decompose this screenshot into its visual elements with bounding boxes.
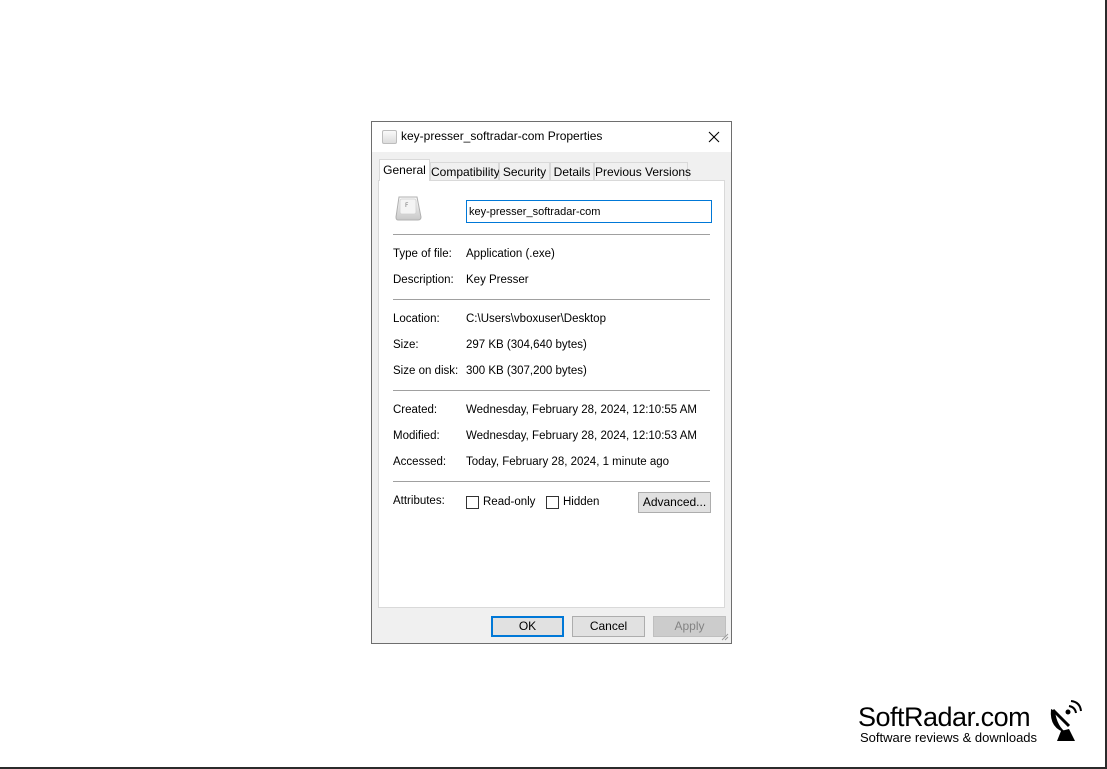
attributes-label: Attributes: bbox=[393, 495, 445, 507]
location-value: C:\Users\vboxuser\Desktop bbox=[466, 313, 606, 325]
apply-button[interactable]: Apply bbox=[653, 616, 726, 637]
properties-dialog: key-presser_softradar-com Properties Gen… bbox=[371, 121, 732, 644]
size-label: Size: bbox=[393, 339, 419, 351]
resize-grip-icon[interactable] bbox=[721, 633, 729, 641]
satellite-dish-icon bbox=[1050, 700, 1082, 741]
type-value: Application (.exe) bbox=[466, 248, 555, 260]
created-value: Wednesday, February 28, 2024, 12:10:55 A… bbox=[466, 404, 697, 416]
screen: key-presser_softradar-com Properties Gen… bbox=[0, 0, 1107, 769]
modified-label: Modified: bbox=[393, 430, 440, 442]
close-button[interactable] bbox=[697, 122, 731, 152]
tab-details[interactable]: Details bbox=[550, 162, 594, 181]
size-on-disk-label: Size on disk: bbox=[393, 365, 459, 377]
description-label: Description: bbox=[393, 274, 454, 286]
location-label: Location: bbox=[393, 313, 440, 325]
tab-compatibility[interactable]: Compatibility bbox=[430, 162, 500, 181]
separator bbox=[393, 299, 710, 300]
title-bar[interactable]: key-presser_softradar-com Properties bbox=[372, 122, 731, 152]
file-icon bbox=[382, 130, 397, 144]
file-name-input[interactable] bbox=[466, 200, 712, 223]
general-panel: F Type of file: Application (.exe) Descr… bbox=[378, 180, 725, 608]
readonly-label[interactable]: Read-only bbox=[483, 496, 535, 508]
close-icon bbox=[708, 131, 720, 143]
tab-security[interactable]: Security bbox=[499, 162, 550, 181]
size-on-disk-value: 300 KB (307,200 bytes) bbox=[466, 365, 587, 377]
readonly-checkbox[interactable] bbox=[466, 496, 479, 509]
description-value: Key Presser bbox=[466, 274, 529, 286]
hidden-label[interactable]: Hidden bbox=[563, 496, 599, 508]
type-label: Type of file: bbox=[393, 248, 452, 260]
modified-value: Wednesday, February 28, 2024, 12:10:53 A… bbox=[466, 430, 697, 442]
tab-previous-versions[interactable]: Previous Versions bbox=[594, 162, 691, 181]
accessed-value: Today, February 28, 2024, 1 minute ago bbox=[466, 456, 670, 468]
created-label: Created: bbox=[393, 404, 438, 416]
hidden-checkbox[interactable] bbox=[546, 496, 559, 509]
watermark-name: SoftRadar.com bbox=[858, 702, 1031, 732]
separator bbox=[393, 234, 710, 235]
tab-general[interactable]: General bbox=[379, 159, 430, 181]
ok-button[interactable]: OK bbox=[491, 616, 564, 637]
cancel-button[interactable]: Cancel bbox=[572, 616, 645, 637]
separator bbox=[393, 390, 710, 391]
softradar-watermark: SoftRadar.com Software reviews & downloa… bbox=[858, 700, 1088, 747]
window-title: key-presser_softradar-com Properties bbox=[401, 129, 603, 143]
separator bbox=[393, 481, 710, 482]
size-value: 297 KB (304,640 bytes) bbox=[466, 339, 587, 351]
accessed-label: Accessed: bbox=[393, 456, 447, 468]
advanced-button[interactable]: Advanced... bbox=[638, 492, 711, 513]
svg-text:F: F bbox=[405, 202, 409, 209]
key-icon: F bbox=[395, 196, 422, 221]
watermark-tagline: Software reviews & downloads bbox=[860, 730, 1038, 745]
